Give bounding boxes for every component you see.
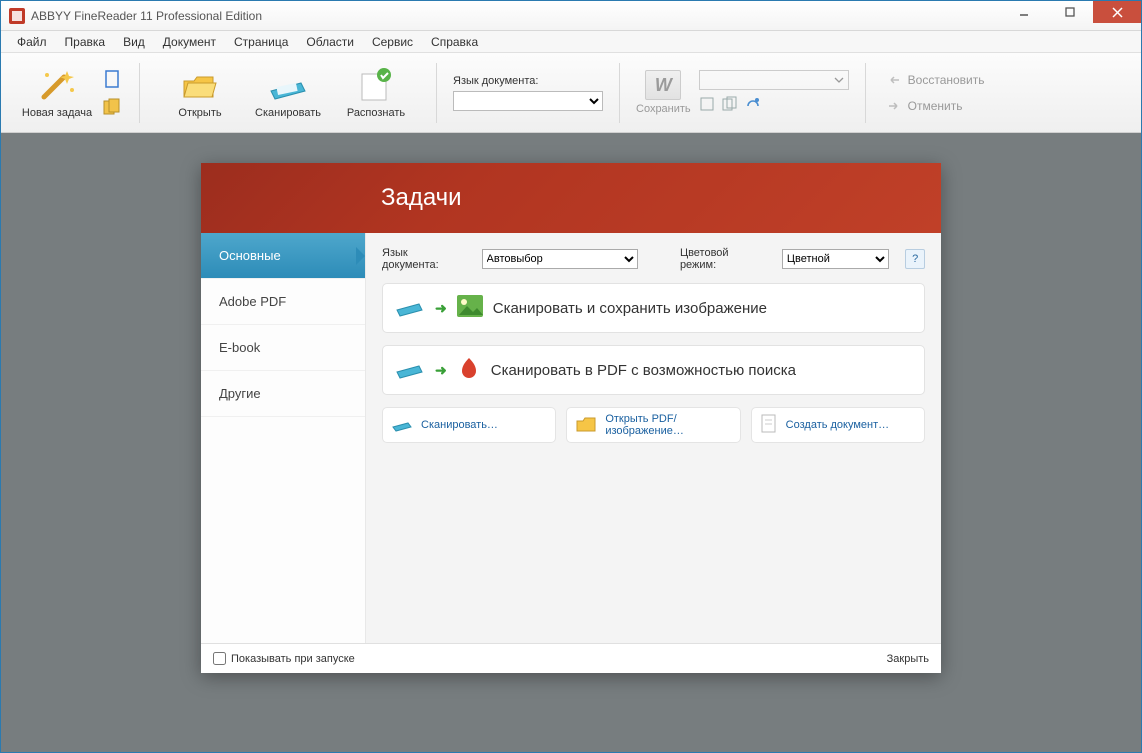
dlg-color-label: Цветовой режим: — [680, 247, 766, 271]
menu-view[interactable]: Вид — [115, 33, 153, 51]
dialog-header: Задачи — [201, 163, 941, 233]
toolbar-separator — [865, 63, 866, 123]
app-icon — [9, 8, 25, 24]
small-scan-label: Сканировать… — [421, 419, 498, 431]
options-row: Язык документа: Автовыбор Цветовой режим… — [382, 247, 925, 271]
task-scan-save-image[interactable]: ➜ Сканировать и сохранить изображение — [382, 283, 925, 333]
dialog-main: Язык документа: Автовыбор Цветовой режим… — [366, 233, 941, 643]
new-task-label: Новая задача — [22, 107, 92, 119]
dlg-color-select[interactable]: Цветной — [782, 249, 890, 269]
small-task-open-pdf[interactable]: Открыть PDF/изображение… — [566, 407, 740, 443]
menu-edit[interactable]: Правка — [57, 33, 114, 51]
sidebar-item-pdf[interactable]: Adobe PDF — [201, 279, 365, 325]
menu-document[interactable]: Документ — [155, 33, 224, 51]
menu-help[interactable]: Справка — [423, 33, 486, 51]
small-task-create-doc[interactable]: Создать документ… — [751, 407, 925, 443]
toolbar-separator — [619, 63, 620, 123]
close-button[interactable] — [1093, 1, 1141, 23]
task-scan-pdf-label: Сканировать в PDF с возможностью поиска — [491, 362, 796, 379]
task-scan-searchable-pdf[interactable]: ➜ Сканировать в PDF с возможностью поиск… — [382, 345, 925, 395]
wand-icon — [37, 67, 77, 105]
scanner-icon — [395, 293, 425, 323]
maximize-button[interactable] — [1047, 1, 1093, 23]
help-button[interactable]: ? — [905, 249, 925, 269]
cancel-button[interactable]: Отменить — [882, 97, 989, 115]
restore-button[interactable]: Восстановить — [882, 71, 989, 89]
folder-icon — [575, 415, 597, 436]
show-startup-input[interactable] — [213, 652, 226, 665]
menu-page[interactable]: Страница — [226, 33, 296, 51]
recognize-button[interactable]: Распознать — [332, 67, 420, 119]
show-startup-label: Показывать при запуске — [231, 653, 355, 665]
sidebar-item-other[interactable]: Другие — [201, 371, 365, 417]
document-icon — [760, 414, 778, 437]
doc-lang-label: Язык документа: — [453, 75, 603, 87]
window-title: ABBYY FineReader 11 Professional Edition — [31, 9, 1001, 23]
scanner-icon — [395, 355, 425, 385]
new-task-button[interactable]: Новая задача — [13, 67, 101, 119]
redo-icon — [886, 99, 902, 113]
menu-file[interactable]: Файл — [9, 33, 55, 51]
image-icon — [457, 295, 483, 321]
window-controls — [1001, 1, 1141, 30]
small-open-label: Открыть PDF/изображение… — [605, 413, 731, 437]
dialog-sidebar: Основные Adobe PDF E-book Другие — [201, 233, 366, 643]
dlg-lang-label: Язык документа: — [382, 247, 466, 271]
toolbar: Новая задача Открыть Сканировать Распозн… — [1, 53, 1141, 133]
sidebar-item-main[interactable]: Основные — [201, 233, 365, 279]
scan-label: Сканировать — [255, 107, 321, 119]
menubar: Файл Правка Вид Документ Страница Област… — [1, 31, 1141, 53]
save-label: Сохранить — [636, 103, 691, 115]
toolbar-separator — [436, 63, 437, 123]
menu-areas[interactable]: Области — [298, 33, 362, 51]
minimize-button[interactable] — [1001, 1, 1047, 23]
pdf-icon — [457, 356, 481, 384]
dialog-close-link[interactable]: Закрыть — [887, 653, 929, 665]
page-small-icon[interactable] — [101, 68, 123, 90]
word-save-icon: W — [645, 70, 681, 100]
save-doc-small-icon[interactable] — [699, 96, 715, 115]
scanner-icon — [267, 67, 309, 105]
dlg-lang-select[interactable]: Автовыбор — [482, 249, 638, 269]
open-button[interactable]: Открыть — [156, 67, 244, 119]
recognize-label: Распознать — [347, 107, 405, 119]
toolbar-separator — [139, 63, 140, 123]
save-pages-small-icon[interactable] — [722, 96, 738, 115]
doc-lang-select[interactable] — [453, 91, 603, 111]
tasks-dialog: Задачи Основные Adobe PDF E-book Другие … — [201, 163, 941, 673]
undo-icon — [886, 73, 902, 87]
recognize-icon — [356, 67, 396, 105]
show-on-startup-checkbox[interactable]: Показывать при запуске — [213, 652, 355, 665]
arrow-right-icon: ➜ — [435, 300, 447, 317]
save-settings-small-icon[interactable] — [745, 96, 761, 115]
folder-open-icon — [180, 67, 220, 105]
dialog-footer: Показывать при запуске Закрыть — [201, 643, 941, 673]
pages-small-icon[interactable] — [101, 96, 123, 118]
workspace: Задачи Основные Adobe PDF E-book Другие … — [1, 133, 1141, 752]
sidebar-item-ebook[interactable]: E-book — [201, 325, 365, 371]
small-create-label: Создать документ… — [786, 419, 890, 431]
open-label: Открыть — [178, 107, 221, 119]
arrow-right-icon: ➜ — [435, 362, 447, 379]
dialog-title: Задачи — [381, 184, 462, 212]
task-scan-image-label: Сканировать и сохранить изображение — [493, 300, 767, 317]
small-task-scan[interactable]: Сканировать… — [382, 407, 556, 443]
cancel-label: Отменить — [908, 99, 963, 113]
app-window: ABBYY FineReader 11 Professional Edition… — [0, 0, 1142, 753]
save-target-dropdown[interactable] — [699, 70, 849, 90]
titlebar: ABBYY FineReader 11 Professional Edition — [1, 1, 1141, 31]
menu-service[interactable]: Сервис — [364, 33, 421, 51]
scan-button[interactable]: Сканировать — [244, 67, 332, 119]
restore-label: Восстановить — [908, 73, 985, 87]
scanner-icon — [391, 415, 413, 436]
